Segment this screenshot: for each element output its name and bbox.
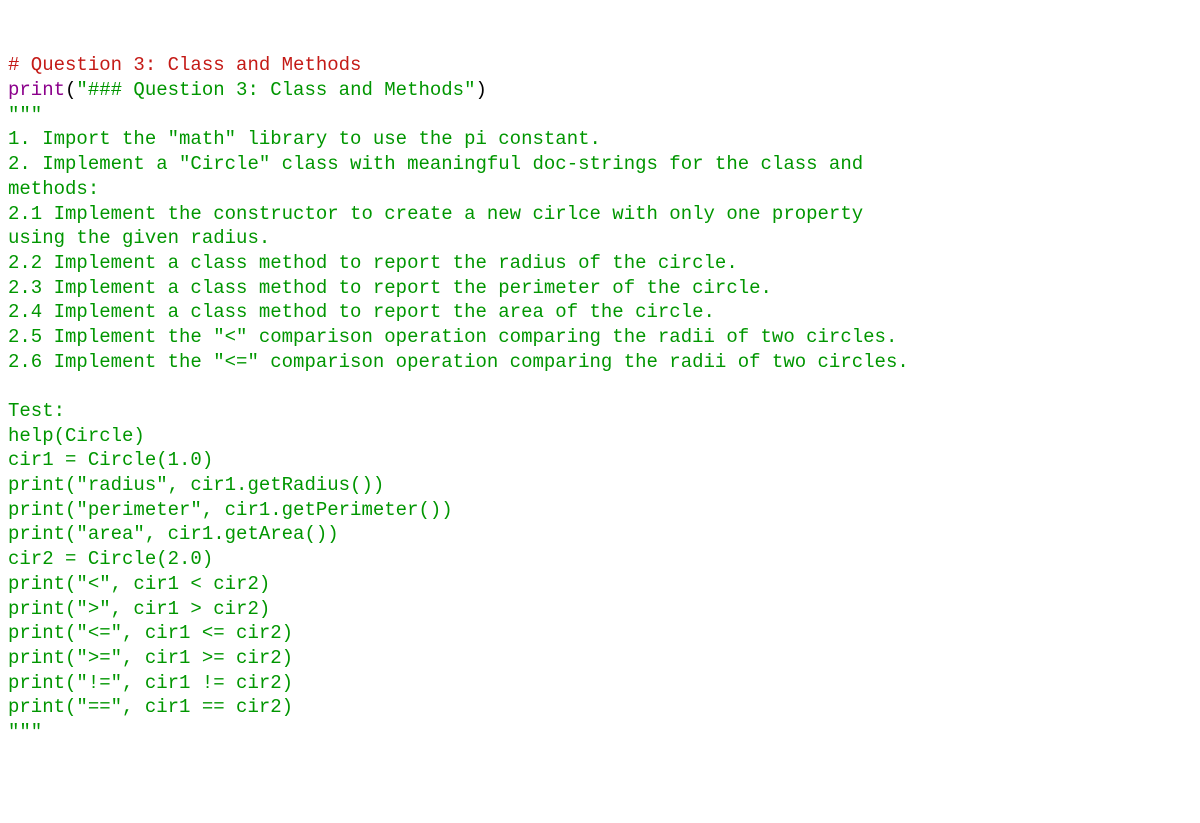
- docstring-test-line: print("perimeter", cir1.getPerimeter()): [8, 499, 453, 521]
- docstring-line: 1. Import the "math" library to use the …: [8, 128, 601, 150]
- docstring-line: methods:: [8, 178, 99, 200]
- docstring-test-header: Test:: [8, 400, 65, 422]
- paren-open: (: [65, 79, 76, 101]
- docstring-test-line: cir2 = Circle(2.0): [8, 548, 213, 570]
- docstring-test-line: help(Circle): [8, 425, 145, 447]
- docstring-test-line: print("radius", cir1.getRadius()): [8, 474, 384, 496]
- docstring-test-line: print(">=", cir1 >= cir2): [8, 647, 293, 669]
- docstring-line: 2.1 Implement the constructor to create …: [8, 203, 863, 225]
- paren-close: ): [476, 79, 487, 101]
- docstring-line: 2.5 Implement the "<" comparison operati…: [8, 326, 897, 348]
- code-block: # Question 3: Class and Methods print("#…: [8, 53, 1192, 744]
- docstring-line: 2.2 Implement a class method to report t…: [8, 252, 738, 274]
- print-argument: "### Question 3: Class and Methods": [76, 79, 475, 101]
- triple-quote-close: """: [8, 721, 42, 743]
- docstring-line: 2.6 Implement the "<=" comparison operat…: [8, 351, 909, 373]
- docstring-test-line: cir1 = Circle(1.0): [8, 449, 213, 471]
- docstring-test-line: print("area", cir1.getArea()): [8, 523, 339, 545]
- docstring-test-line: print("==", cir1 == cir2): [8, 696, 293, 718]
- docstring-test-line: print("<=", cir1 <= cir2): [8, 622, 293, 644]
- docstring-line: using the given radius.: [8, 227, 270, 249]
- docstring-line: 2.4 Implement a class method to report t…: [8, 301, 715, 323]
- docstring-line: 2. Implement a "Circle" class with meani…: [8, 153, 863, 175]
- docstring-line: 2.3 Implement a class method to report t…: [8, 277, 772, 299]
- docstring-test-line: print("<", cir1 < cir2): [8, 573, 270, 595]
- triple-quote-open: """: [8, 104, 42, 126]
- print-keyword: print: [8, 79, 65, 101]
- comment-line: # Question 3: Class and Methods: [8, 54, 361, 76]
- docstring-test-line: print("!=", cir1 != cir2): [8, 672, 293, 694]
- docstring-test-line: print(">", cir1 > cir2): [8, 598, 270, 620]
